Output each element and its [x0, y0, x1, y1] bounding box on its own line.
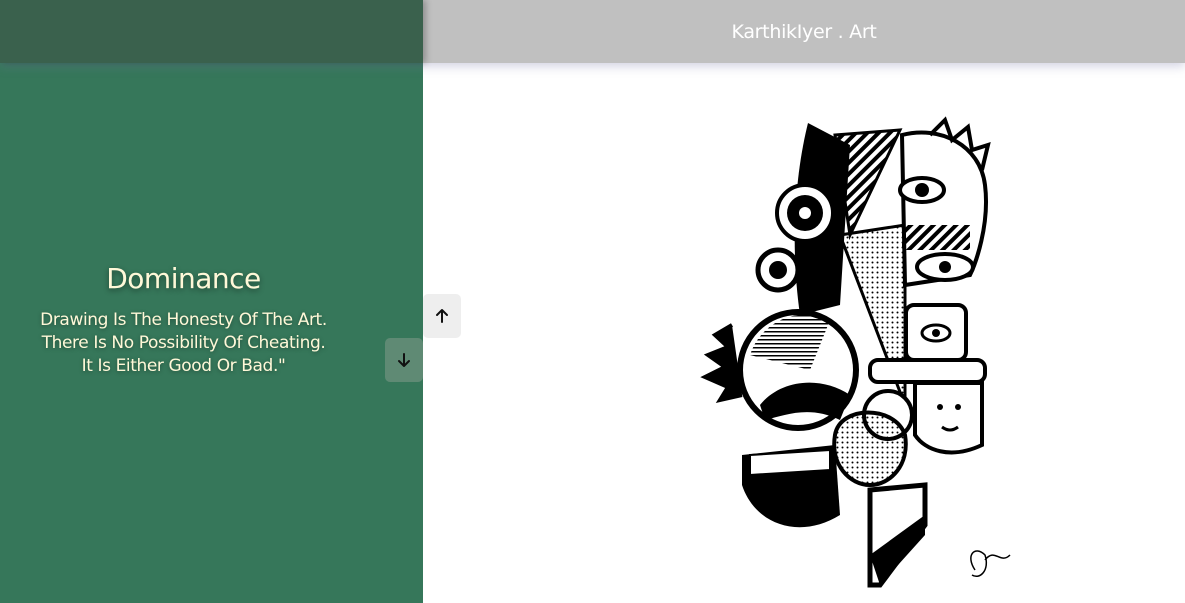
arrow-down-icon: [398, 353, 410, 367]
top-bar: KarthikIyer . Art: [0, 0, 1185, 63]
previous-artwork-button[interactable]: [423, 294, 461, 338]
quote-line: Drawing Is The Honesty Of The Art.: [40, 310, 327, 330]
quote-line: It Is Either Good Or Bad.": [81, 356, 286, 376]
artwork-image: [690, 115, 1025, 595]
next-artwork-button[interactable]: [385, 338, 423, 382]
artwork-quote: Drawing Is The Honesty Of The Art. There…: [0, 309, 367, 378]
quote-line: There Is No Possibility Of Cheating.: [41, 333, 326, 353]
artwork-title: Dominance: [106, 262, 261, 295]
site-brand[interactable]: KarthikIyer . Art: [423, 0, 1185, 63]
artwork-info: Dominance Drawing Is The Honesty Of The …: [0, 262, 367, 378]
artwork-drawing: [700, 116, 1011, 588]
top-bar-left-section: [0, 0, 423, 63]
arrow-up-icon: [436, 309, 448, 323]
